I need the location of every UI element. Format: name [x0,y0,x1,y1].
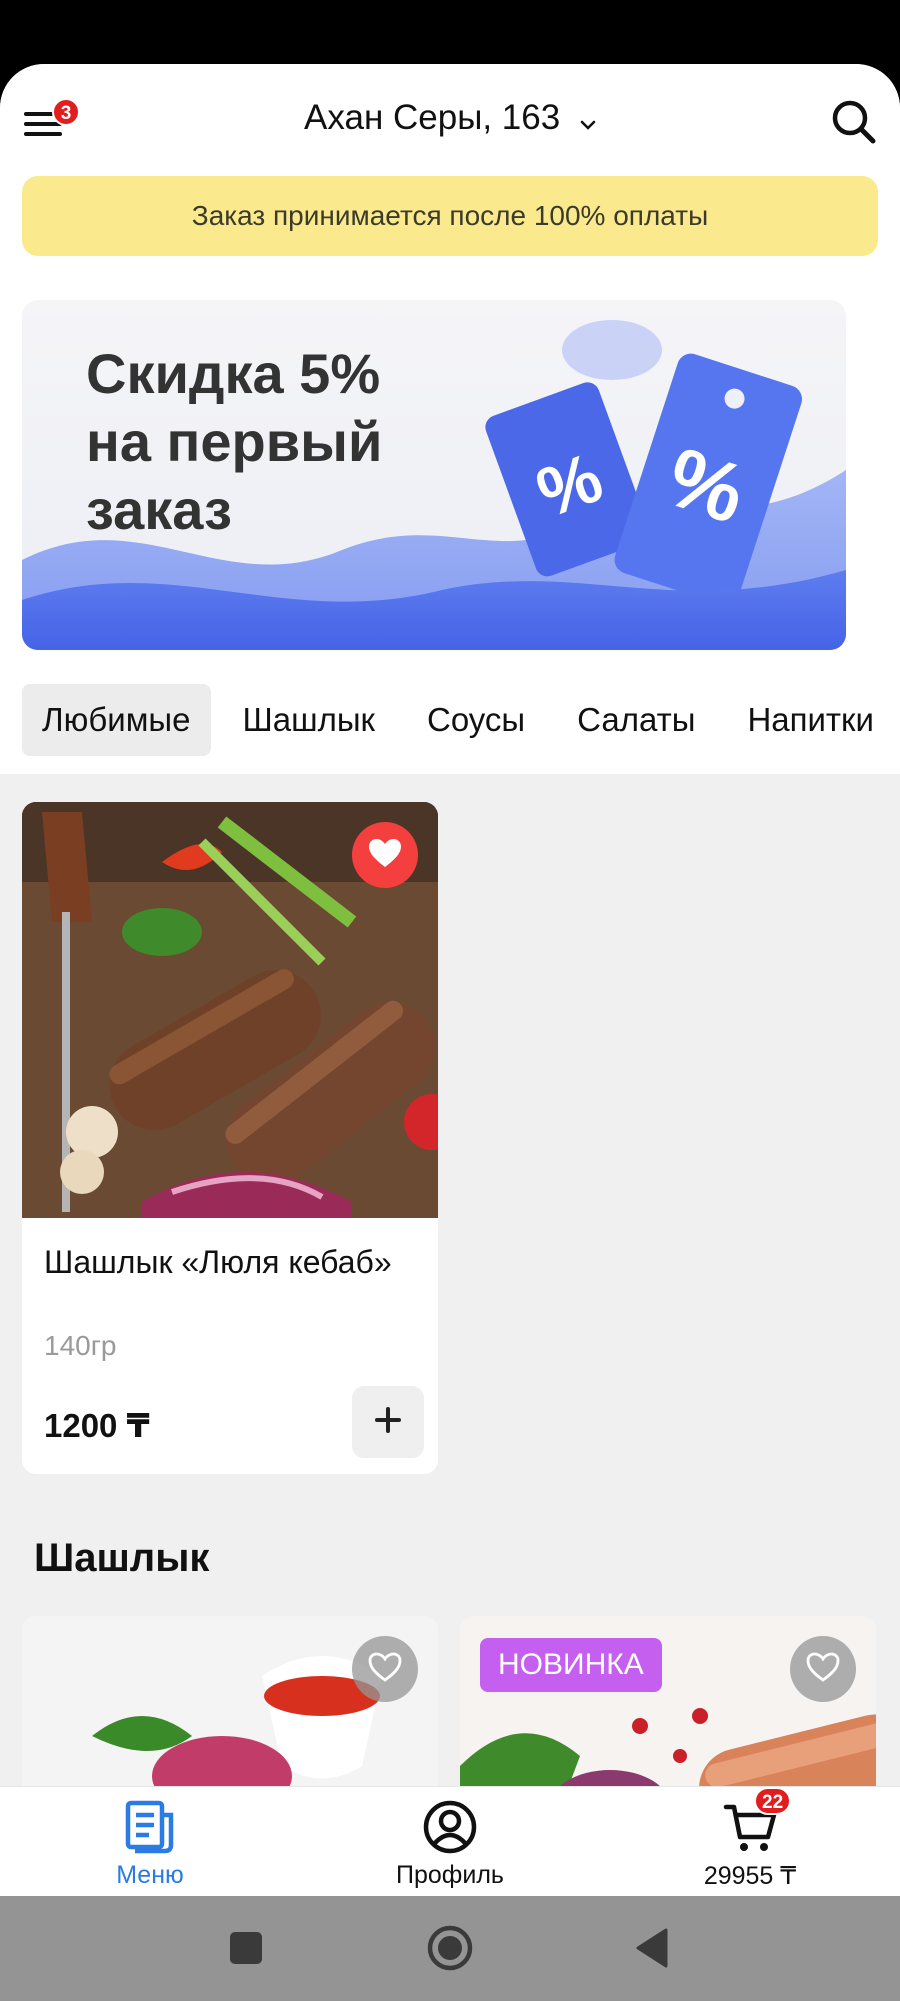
promo-banner[interactable]: % % Скидка 5% на первый заказ [22,300,846,650]
product-card[interactable]: Шашлык «Люля кебаб» 140гр 1200 ₸ [22,802,438,1474]
heart-icon [805,1651,841,1688]
chevron-down-icon [580,100,596,140]
category-tabs: Любимые Шашлык Соусы Салаты Напитки [22,684,894,756]
product-weight: 140гр [44,1330,117,1361]
home-button[interactable] [422,1920,478,1976]
payment-notice: Заказ принимается после 100% оплаты [22,176,878,256]
search-icon [830,100,878,150]
section-title: Шашлык [34,1536,210,1580]
heart-icon [367,837,403,874]
status-bar [0,0,900,66]
new-badge: НОВИНКА [480,1638,662,1692]
address-selector[interactable]: Ахан Серы, 163 [0,98,900,140]
system-navigation-bar [0,1896,900,2001]
tab-shashlik[interactable]: Шашлык [223,684,395,756]
tab-drinks[interactable]: Напитки [727,684,893,756]
product-image [22,802,438,1218]
product-title: Шашлык «Люля кебаб» [44,1244,392,1280]
tab-favorites[interactable]: Любимые [22,684,211,756]
nav-cart[interactable]: 22 29955 ₸ [640,1787,860,1891]
header: 3 Ахан Серы, 163 [0,64,900,174]
product-price: 1200 ₸ [44,1407,150,1444]
nav-profile[interactable]: Профиль [340,1799,560,1890]
home-icon [422,1925,478,1980]
app-screen: 3 Ахан Серы, 163 Заказ принимается после… [0,64,900,1896]
nav-menu-label: Меню [116,1861,184,1889]
plus-icon [374,1406,402,1439]
address-label: Ахан Серы, 163 [304,98,561,137]
back-button[interactable] [624,1920,680,1976]
nav-profile-label: Профиль [396,1861,504,1889]
tab-salads[interactable]: Салаты [557,684,715,756]
banner-text: Скидка 5% на первый заказ [86,342,383,541]
back-icon [624,1928,680,1980]
recents-icon [218,1932,274,1980]
recents-button[interactable] [218,1920,274,1976]
favorite-button[interactable] [790,1636,856,1702]
add-to-cart-button[interactable] [352,1386,424,1458]
profile-icon [340,1799,560,1857]
heart-icon [367,1651,403,1688]
tab-sauces[interactable]: Соусы [407,684,545,756]
cart-icon: 22 [720,1787,792,1857]
menu-doc-icon [40,1799,260,1857]
favorite-button[interactable] [352,822,418,888]
cart-badge: 22 [754,1787,792,1815]
bottom-navigation: Меню Профиль 22 29955 ₸ [0,1786,900,1896]
search-button[interactable] [830,98,878,146]
favorite-button[interactable] [352,1636,418,1702]
cart-total: 29955 ₸ [703,1862,797,1890]
nav-menu[interactable]: Меню [40,1799,260,1890]
